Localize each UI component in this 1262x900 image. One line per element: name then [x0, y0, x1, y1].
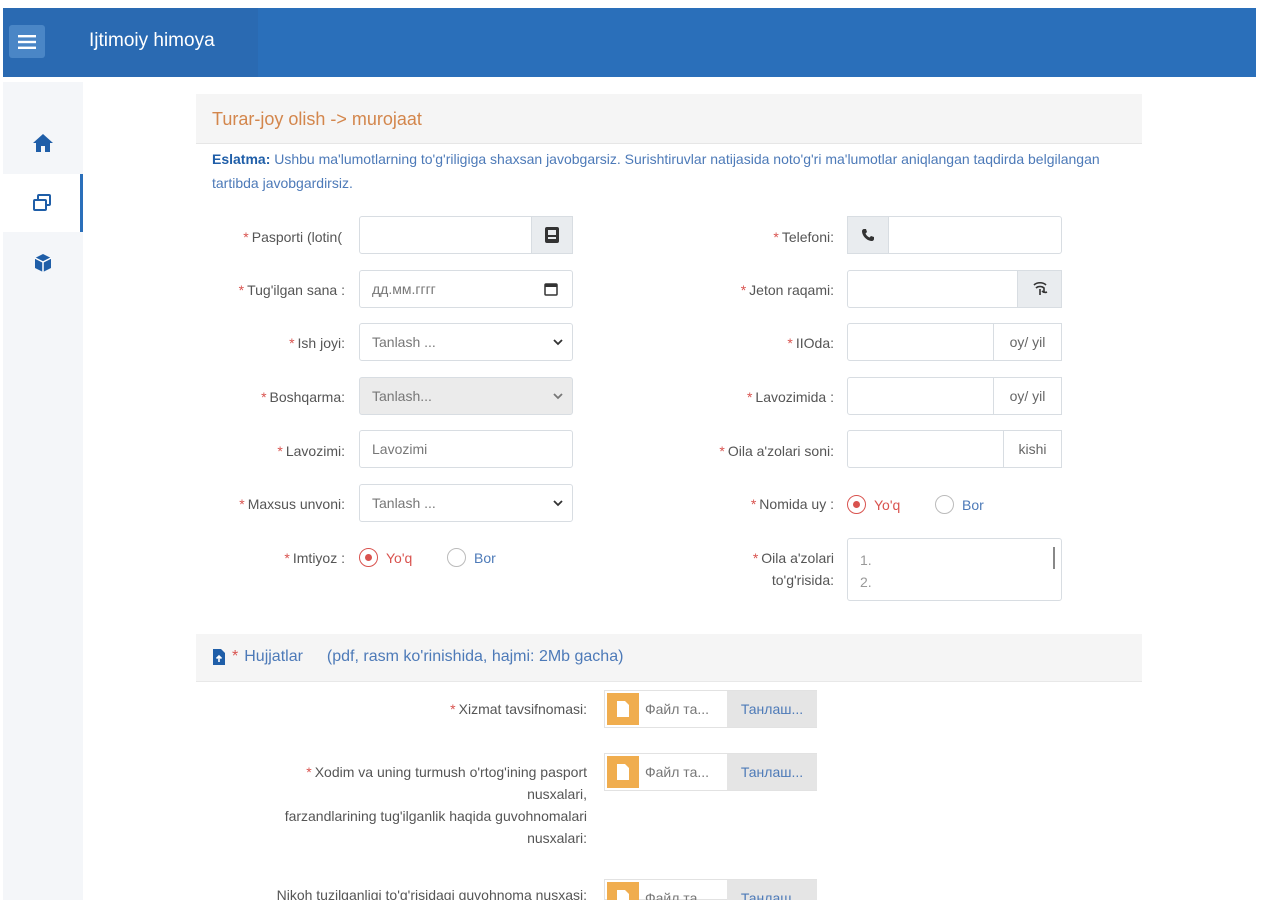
passport-label: * Pasporti (lotin(: [243, 229, 342, 245]
textarea-line: 1.: [860, 552, 872, 568]
documents-header: * Hujjatlar (pdf, rasm ko'rinishida, haj…: [196, 634, 1142, 682]
doc-label-marriage: Nikoh tuzilganligi to'g'risidagi guvohno…: [276, 887, 587, 900]
workplace-select[interactable]: Tanlash ...: [359, 323, 573, 361]
own-house-label: * Nomida uy :: [750, 496, 834, 512]
calendar-icon[interactable]: [544, 282, 558, 296]
department-label: * Boshqarma:: [261, 389, 345, 405]
file-icon: [607, 882, 639, 900]
browse-button[interactable]: Танлаш...: [727, 754, 817, 790]
chevron-down-icon: [553, 393, 563, 400]
family-count-input[interactable]: kishi: [847, 430, 1062, 468]
note-label: Eslatma:: [212, 151, 271, 167]
id-card-icon: [545, 227, 559, 243]
phone-icon: [862, 229, 874, 241]
chevron-down-icon: [553, 339, 563, 346]
in-position-label: * Lavozimida :: [746, 389, 834, 405]
note-text: Eslatma: Ushbu ma'lumotlarning to'g'rili…: [212, 147, 1132, 195]
phone-label: * Telefoni:: [773, 229, 834, 245]
birth-date-placeholder: дд.мм.гггг: [372, 281, 436, 297]
home-icon: [33, 134, 53, 152]
own-house-option-no[interactable]: Yo'q: [847, 495, 900, 514]
file-icon: [607, 693, 639, 725]
phone-addon: [847, 216, 889, 254]
position-label: * Lavozimi:: [277, 443, 345, 459]
token-label: * Jeton raqami:: [740, 282, 834, 298]
cube-icon: [34, 254, 52, 272]
file-icon: [607, 756, 639, 788]
textarea-line: 2.: [860, 574, 872, 590]
department-select[interactable]: Tanlash...: [359, 377, 573, 415]
family-count-unit: kishi: [1003, 430, 1062, 468]
own-house-option-yes[interactable]: Bor: [935, 495, 984, 514]
chevron-down-icon: [553, 500, 563, 507]
app-title: Ijtimoiy himoya: [89, 30, 215, 51]
privilege-option-no[interactable]: Yo'q: [359, 548, 412, 567]
special-rank-select[interactable]: Tanlash ...: [359, 484, 573, 522]
file-input-passports[interactable]: Файл та... Танлаш...: [604, 753, 817, 791]
sidebar-item-cube[interactable]: [3, 234, 83, 292]
fingerprint-icon: [1032, 281, 1047, 295]
iioda-label: * IIOda:: [787, 335, 834, 351]
birth-date-label: * Tug'ilgan sana :: [238, 282, 345, 298]
text-cursor: [1053, 547, 1055, 569]
passport-input[interactable]: [359, 216, 573, 254]
radio-checked-icon[interactable]: [359, 548, 378, 567]
token-addon: [1017, 270, 1062, 308]
card-header: Turar-joy olish -> murojaat: [196, 94, 1142, 144]
in-position-input[interactable]: oy/ yil: [847, 377, 1062, 415]
position-input[interactable]: Lavozimi: [359, 430, 573, 468]
sidebar: [3, 82, 83, 900]
family-count-label: * Oila a'zolari soni:: [719, 443, 834, 459]
workplace-label: * Ish joyi:: [289, 335, 345, 351]
phone-input[interactable]: [847, 216, 1062, 254]
documents-title: Hujjatlar: [244, 648, 303, 665]
radio-unchecked-icon[interactable]: [935, 495, 954, 514]
doc-label-passports: * Xodim va uning turmush o'rtog'ining pas…: [284, 764, 587, 846]
iioda-unit: oy/ yil: [993, 323, 1062, 361]
sidebar-item-windows[interactable]: [3, 174, 83, 232]
family-about-label: * Oila a'zolari to'g'risida:: [752, 550, 834, 588]
position-placeholder: Lavozimi: [372, 441, 428, 457]
token-input[interactable]: [847, 270, 1062, 308]
passport-addon: [531, 216, 573, 254]
radio-checked-icon[interactable]: [847, 495, 866, 514]
special-rank-label: * Maxsus unvoni:: [239, 496, 345, 512]
doc-label-service: * Xizmat tavsifnomasi:: [450, 701, 587, 717]
note-body: Ushbu ma'lumotlarning to'g'riligiga shax…: [212, 151, 1100, 191]
radio-unchecked-icon[interactable]: [447, 548, 466, 567]
browse-button[interactable]: Танлаш...: [727, 691, 817, 727]
top-navbar: Ijtimoiy himoya: [3, 8, 1256, 77]
hamburger-icon: [18, 34, 36, 49]
privilege-label: * Imtiyoz :: [284, 550, 345, 566]
iioda-input[interactable]: oy/ yil: [847, 323, 1062, 361]
windows-icon: [32, 194, 51, 211]
documents-hint: (pdf, rasm ko'rinishida, hajmi: 2Mb gach…: [326, 648, 624, 665]
in-position-unit: oy/ yil: [993, 377, 1062, 415]
page-title: Turar-joy olish -> murojaat: [212, 109, 422, 129]
file-upload-icon: [213, 649, 225, 665]
browse-button[interactable]: Танлаш...: [727, 880, 817, 900]
file-input-marriage[interactable]: Файл та... Танлаш...: [604, 879, 817, 900]
menu-toggle-button[interactable]: [9, 25, 45, 58]
brand-area: Ijtimoiy himoya: [3, 8, 258, 77]
family-about-textarea[interactable]: 1. 2.: [847, 538, 1062, 601]
sidebar-item-home[interactable]: [3, 114, 83, 172]
privilege-option-yes[interactable]: Bor: [447, 548, 496, 567]
file-input-service[interactable]: Файл та... Танлаш...: [604, 690, 817, 728]
birth-date-input[interactable]: дд.мм.гггг: [359, 270, 573, 308]
